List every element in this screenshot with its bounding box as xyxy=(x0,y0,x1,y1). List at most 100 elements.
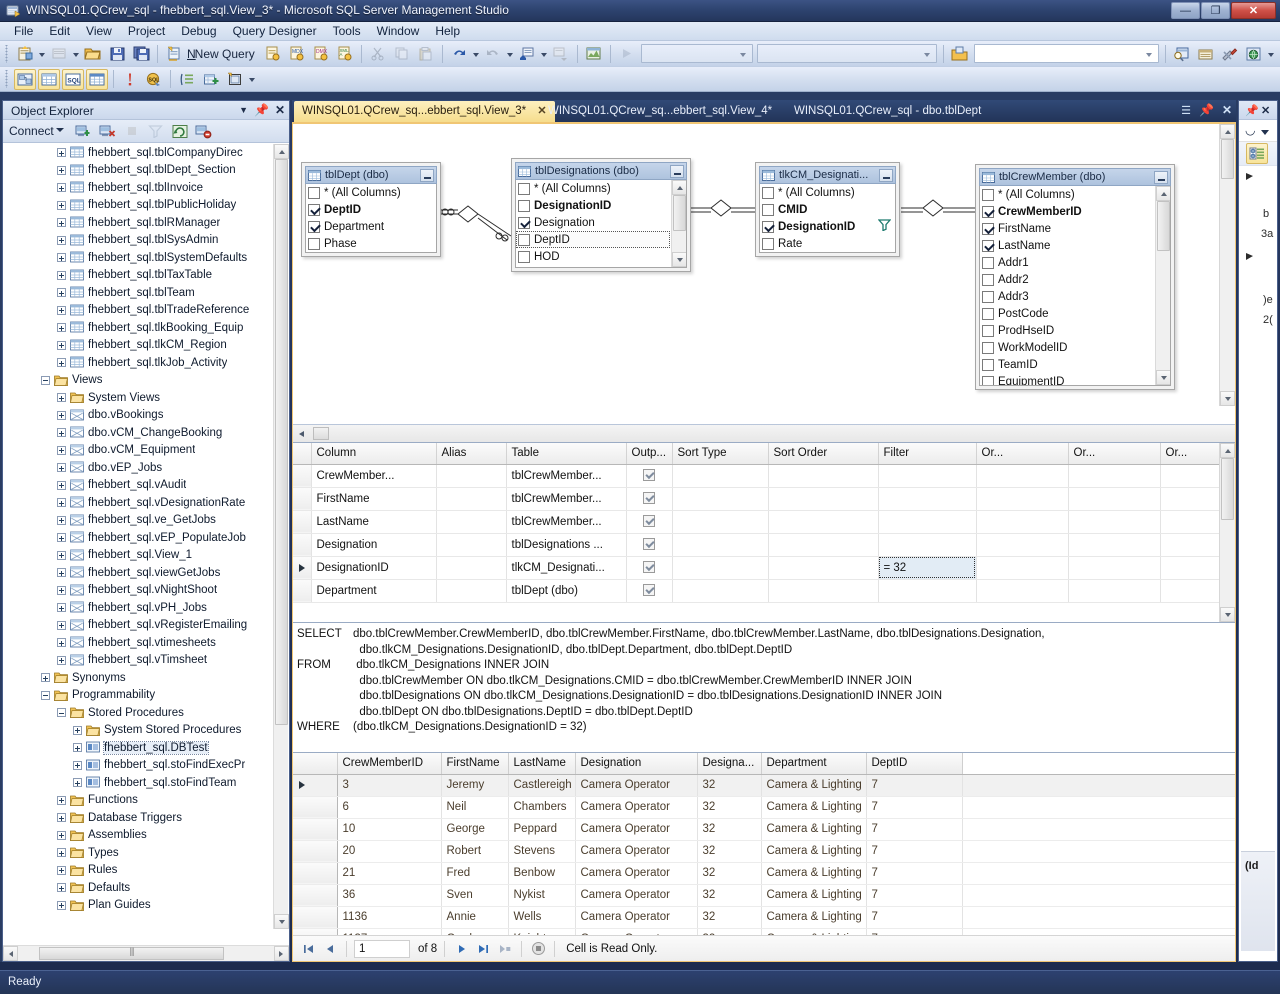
expand-icon[interactable] xyxy=(57,901,66,910)
tree-node[interactable]: fhebbert_sql.stoFindExecPr xyxy=(3,757,289,775)
column-checkbox[interactable] xyxy=(982,206,994,218)
expand-icon[interactable] xyxy=(57,603,66,612)
results-cell[interactable]: Benbow xyxy=(508,862,575,884)
tree-node[interactable]: dbo.vCM_ChangeBooking xyxy=(3,424,289,442)
tree-node[interactable]: dbo.vCM_Equipment xyxy=(3,442,289,460)
designer-toolbar-grip[interactable] xyxy=(3,70,10,88)
diagram-table-tlkcm-designations[interactable]: tlkCM_Designati... * (All Columns) CMID … xyxy=(755,162,900,257)
sql-text[interactable]: SELECTdbo.tblCrewMember.CrewMemberID, db… xyxy=(293,623,1235,736)
new-project-icon[interactable] xyxy=(14,43,36,64)
find-icon[interactable] xyxy=(1171,43,1193,64)
criteria-cell-column[interactable]: Designation xyxy=(311,533,436,556)
tree-node[interactable]: dbo.vEP_Jobs xyxy=(3,459,289,477)
results-cell[interactable]: 10 xyxy=(337,818,441,840)
criteria-cell-alias[interactable] xyxy=(436,510,506,533)
sql-pane[interactable]: SELECTdbo.tblCrewMember.CrewMemberID, db… xyxy=(293,622,1235,752)
new-xmla-query-icon[interactable]: XML A xyxy=(334,43,356,64)
expand-icon[interactable] xyxy=(73,761,82,770)
column-row[interactable]: Designation xyxy=(516,214,686,231)
new-query-label[interactable]: NNew Query xyxy=(186,47,261,61)
results-cell[interactable]: 7 xyxy=(866,862,962,884)
criteria-cell-sort-order[interactable] xyxy=(768,556,878,579)
nav-first-icon[interactable] xyxy=(299,940,317,958)
results-row[interactable]: 1137GordonKnightCamera Operator32Camera … xyxy=(293,928,1235,935)
criteria-grid[interactable]: Column Alias Table Outp... Sort Type Sor… xyxy=(293,443,1219,603)
tree-node[interactable]: Rules xyxy=(3,862,289,880)
minimize-table-icon[interactable] xyxy=(879,169,893,182)
expand-icon[interactable] xyxy=(57,358,66,367)
diagram-table-tbldesignations[interactable]: tblDesignations (dbo) * (All Columns) De… xyxy=(511,158,691,272)
results-row-selector[interactable] xyxy=(293,928,337,935)
results-pane[interactable]: CrewMemberID FirstName LastName Designat… xyxy=(293,752,1235,961)
column-scrollbar[interactable] xyxy=(671,180,686,267)
minimize-table-icon[interactable] xyxy=(420,169,434,182)
search-combo[interactable] xyxy=(974,44,1159,63)
criteria-body[interactable]: CrewMember...tblCrewMember...FirstNametb… xyxy=(293,464,1219,602)
criteria-header-alias[interactable]: Alias xyxy=(436,443,506,464)
tree-node[interactable]: Types xyxy=(3,844,289,862)
object-explorer-tree[interactable]: fhebbert_sql.tblCompanyDirecfhebbert_sql… xyxy=(3,144,289,945)
close-button[interactable]: ✕ xyxy=(1231,2,1276,19)
criteria-cell-filter[interactable] xyxy=(878,579,976,602)
criteria-cell-or3[interactable] xyxy=(1160,579,1219,602)
pin-icon[interactable]: 📌 xyxy=(1199,103,1214,117)
tree-node[interactable]: Programmability xyxy=(3,687,289,705)
expand-icon[interactable] xyxy=(57,253,66,262)
results-cell[interactable]: 32 xyxy=(697,796,761,818)
results-cell[interactable]: Gordon xyxy=(441,928,508,935)
copy-icon[interactable] xyxy=(391,43,413,64)
results-cell[interactable]: 6 xyxy=(337,796,441,818)
output-checkbox[interactable] xyxy=(643,538,655,550)
criteria-vscrollbar[interactable] xyxy=(1219,443,1235,622)
results-cell[interactable]: 1137 xyxy=(337,928,441,935)
column-checkbox[interactable] xyxy=(762,204,774,216)
column-row[interactable]: DeptID xyxy=(516,231,670,248)
tree-node[interactable]: fhebbert_sql.tblRManager xyxy=(3,214,289,232)
results-cell[interactable]: Castlereigh xyxy=(508,774,575,796)
results-cell[interactable]: 32 xyxy=(697,928,761,935)
results-header-designationid[interactable]: Designa... xyxy=(697,753,761,774)
table-columns[interactable]: * (All Columns) CrewMemberID FirstName L… xyxy=(979,186,1171,386)
sync-icon[interactable] xyxy=(193,121,215,142)
diagram-vscrollbar[interactable] xyxy=(1219,124,1235,406)
expand-icon[interactable] xyxy=(57,586,66,595)
tree-node[interactable]: fhebbert_sql.View_1 xyxy=(3,547,289,565)
scroll-thumb[interactable] xyxy=(1157,201,1170,251)
results-cell[interactable]: Camera Operator xyxy=(575,774,697,796)
collapse-icon[interactable] xyxy=(41,691,50,700)
results-cell[interactable]: Camera Operator xyxy=(575,796,697,818)
tree-node[interactable]: fhebbert_sql.DBTest xyxy=(3,739,289,757)
results-cell[interactable]: Camera Operator xyxy=(575,928,697,935)
expand-icon[interactable] xyxy=(57,446,66,455)
scroll-left-icon[interactable] xyxy=(297,428,307,439)
results-header-crewmemberid[interactable]: CrewMemberID xyxy=(337,753,441,774)
criteria-cell-sort-order[interactable] xyxy=(768,487,878,510)
object-explorer-vscrollbar[interactable] xyxy=(273,144,288,929)
results-cell[interactable]: 7 xyxy=(866,796,962,818)
new-query-icon[interactable] xyxy=(163,43,185,64)
results-header-department[interactable]: Department xyxy=(761,753,866,774)
diagram-table-tblcrewmember[interactable]: tblCrewMember (dbo) * (All Columns) Crew… xyxy=(975,164,1175,390)
expand-icon[interactable] xyxy=(57,813,66,822)
criteria-pane[interactable]: Column Alias Table Outp... Sort Type Sor… xyxy=(293,442,1235,622)
criteria-row[interactable]: CrewMember...tblCrewMember... xyxy=(293,464,1219,487)
criteria-cell-output[interactable] xyxy=(626,579,672,602)
results-cell[interactable]: 32 xyxy=(697,774,761,796)
results-row-selector[interactable] xyxy=(293,862,337,884)
criteria-cell-or2[interactable] xyxy=(1068,556,1160,579)
minimize-button[interactable]: — xyxy=(1171,2,1200,19)
criteria-cell-or1[interactable] xyxy=(976,579,1068,602)
results-cell[interactable]: 32 xyxy=(697,906,761,928)
results-row[interactable]: 3JeremyCastlereighCamera Operator32Camer… xyxy=(293,774,1235,796)
show-diagram-pane-icon[interactable] xyxy=(14,69,36,90)
scroll-thumb[interactable] xyxy=(1221,139,1234,179)
criteria-row-selector[interactable] xyxy=(293,556,311,579)
results-cell[interactable]: 7 xyxy=(866,928,962,935)
results-cell[interactable]: 7 xyxy=(866,774,962,796)
column-checkbox[interactable] xyxy=(982,376,994,387)
add-group-by-icon[interactable] xyxy=(176,69,198,90)
criteria-cell-sort-type[interactable] xyxy=(672,510,768,533)
results-cell[interactable]: Camera & Lighting xyxy=(761,862,866,884)
add-table-icon[interactable] xyxy=(200,69,222,90)
criteria-cell-alias[interactable] xyxy=(436,533,506,556)
